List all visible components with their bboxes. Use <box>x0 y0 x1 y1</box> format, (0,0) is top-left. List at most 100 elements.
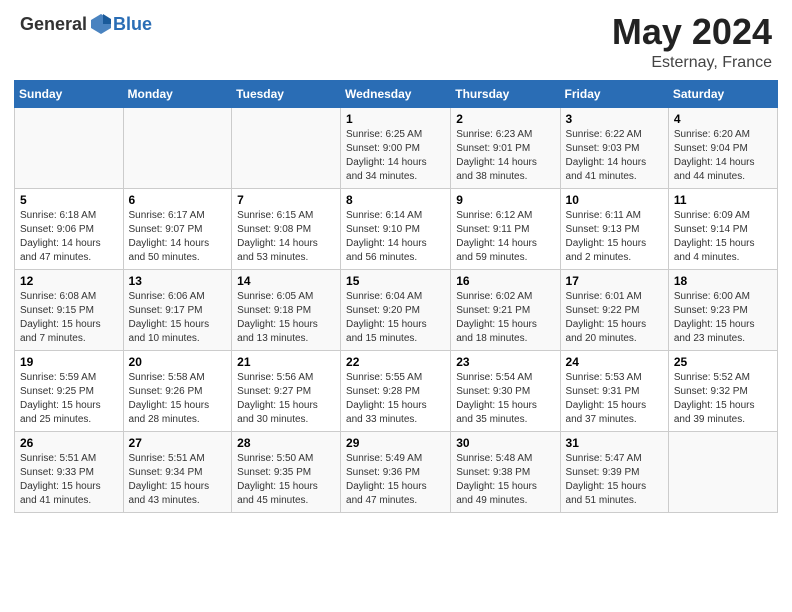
day-info: Sunrise: 5:58 AM Sunset: 9:26 PM Dayligh… <box>129 371 227 427</box>
logo-general-text: General <box>20 14 87 35</box>
day-info: Sunrise: 6:02 AM Sunset: 9:21 PM Dayligh… <box>456 290 554 346</box>
calendar-cell: 16 Sunrise: 6:02 AM Sunset: 9:21 PM Dayli… <box>451 269 560 350</box>
calendar-cell: 23 Sunrise: 5:54 AM Sunset: 9:30 PM Dayli… <box>451 350 560 431</box>
day-number: 16 <box>456 274 554 288</box>
day-info: Sunrise: 5:49 AM Sunset: 9:36 PM Dayligh… <box>346 452 445 508</box>
day-info: Sunrise: 5:56 AM Sunset: 9:27 PM Dayligh… <box>237 371 335 427</box>
calendar-cell: 15Sunrise: 6:04 AM Sunset: 9:20 PM Dayli… <box>341 269 451 350</box>
day-info: Sunrise: 6:14 AM Sunset: 9:10 PM Dayligh… <box>346 209 445 265</box>
calendar-day-header: Monday <box>123 80 232 107</box>
day-info: Sunrise: 5:52 AM Sunset: 9:32 PM Dayligh… <box>674 371 772 427</box>
day-info: Sunrise: 6:23 AM Sunset: 9:01 PM Dayligh… <box>456 128 554 184</box>
calendar-table: SundayMondayTuesdayWednesdayThursdayFrid… <box>14 80 778 513</box>
calendar-day-header: Wednesday <box>341 80 451 107</box>
title-block: May 2024 Esternay, France <box>612 12 772 72</box>
calendar-week-row: 12 Sunrise: 6:08 AM Sunset: 9:15 PM Dayli… <box>15 269 778 350</box>
logo-icon <box>89 12 113 36</box>
calendar-week-row: 1 Sunrise: 6:25 AM Sunset: 9:00 PM Daylig… <box>15 107 778 188</box>
day-info: Sunrise: 6:15 AM Sunset: 9:08 PM Dayligh… <box>237 209 335 265</box>
logo-blue-text: Blue <box>113 14 152 35</box>
day-number: 25 <box>674 355 772 369</box>
calendar-day-header: Saturday <box>668 80 777 107</box>
day-number: 27 <box>129 436 227 450</box>
calendar-cell: 18Sunrise: 6:00 AM Sunset: 9:23 PM Dayli… <box>668 269 777 350</box>
day-number: 20 <box>129 355 227 369</box>
calendar-day-header: Friday <box>560 80 668 107</box>
day-number: 18 <box>674 274 772 288</box>
calendar-cell: 28Sunrise: 5:50 AM Sunset: 9:35 PM Dayli… <box>232 431 341 512</box>
calendar-cell: 4 Sunrise: 6:20 AM Sunset: 9:04 PM Daylig… <box>668 107 777 188</box>
calendar-day-header: Sunday <box>15 80 124 107</box>
day-number: 19 <box>20 355 118 369</box>
day-number: 1 <box>346 112 445 126</box>
calendar-cell: 27 Sunrise: 5:51 AM Sunset: 9:34 PM Dayli… <box>123 431 232 512</box>
day-number: 3 <box>566 112 663 126</box>
calendar-header-row: SundayMondayTuesdayWednesdayThursdayFrid… <box>15 80 778 107</box>
calendar-title: May 2024 <box>612 12 772 52</box>
day-number: 5 <box>20 193 118 207</box>
day-number: 31 <box>566 436 663 450</box>
day-info: Sunrise: 5:54 AM Sunset: 9:30 PM Dayligh… <box>456 371 554 427</box>
logo: General Blue <box>20 12 152 36</box>
day-info: Sunrise: 6:08 AM Sunset: 9:15 PM Dayligh… <box>20 290 118 346</box>
day-info: Sunrise: 6:06 AM Sunset: 9:17 PM Dayligh… <box>129 290 227 346</box>
calendar-cell: 19 Sunrise: 5:59 AM Sunset: 9:25 PM Dayli… <box>15 350 124 431</box>
day-info: Sunrise: 6:20 AM Sunset: 9:04 PM Dayligh… <box>674 128 772 184</box>
day-number: 8 <box>346 193 445 207</box>
day-info: Sunrise: 6:09 AM Sunset: 9:14 PM Dayligh… <box>674 209 772 265</box>
day-info: Sunrise: 6:22 AM Sunset: 9:03 PM Dayligh… <box>566 128 663 184</box>
calendar-cell: 25 Sunrise: 5:52 AM Sunset: 9:32 PM Dayli… <box>668 350 777 431</box>
day-info: Sunrise: 5:47 AM Sunset: 9:39 PM Dayligh… <box>566 452 663 508</box>
calendar-cell: 3 Sunrise: 6:22 AM Sunset: 9:03 PM Daylig… <box>560 107 668 188</box>
day-number: 22 <box>346 355 445 369</box>
day-number: 10 <box>566 193 663 207</box>
calendar-cell: 10 Sunrise: 6:11 AM Sunset: 9:13 PM Dayli… <box>560 188 668 269</box>
day-number: 13 <box>129 274 227 288</box>
day-number: 17 <box>566 274 663 288</box>
calendar-cell: 26 Sunrise: 5:51 AM Sunset: 9:33 PM Dayli… <box>15 431 124 512</box>
day-number: 4 <box>674 112 772 126</box>
calendar-cell: 7 Sunrise: 6:15 AM Sunset: 9:08 PM Daylig… <box>232 188 341 269</box>
day-number: 30 <box>456 436 554 450</box>
day-info: Sunrise: 6:04 AM Sunset: 9:20 PM Dayligh… <box>346 290 445 346</box>
calendar-cell: 31 Sunrise: 5:47 AM Sunset: 9:39 PM Dayli… <box>560 431 668 512</box>
day-info: Sunrise: 6:25 AM Sunset: 9:00 PM Dayligh… <box>346 128 445 184</box>
day-info: Sunrise: 5:51 AM Sunset: 9:33 PM Dayligh… <box>20 452 118 508</box>
page: General Blue May 2024 Esternay, France S… <box>0 0 792 612</box>
day-number: 7 <box>237 193 335 207</box>
day-info: Sunrise: 5:59 AM Sunset: 9:25 PM Dayligh… <box>20 371 118 427</box>
calendar-cell: 24Sunrise: 5:53 AM Sunset: 9:31 PM Dayli… <box>560 350 668 431</box>
day-info: Sunrise: 6:11 AM Sunset: 9:13 PM Dayligh… <box>566 209 663 265</box>
calendar-week-row: 19 Sunrise: 5:59 AM Sunset: 9:25 PM Dayli… <box>15 350 778 431</box>
day-number: 24 <box>566 355 663 369</box>
calendar-cell: 17 Sunrise: 6:01 AM Sunset: 9:22 PM Dayli… <box>560 269 668 350</box>
calendar-cell <box>232 107 341 188</box>
logo-text: General Blue <box>20 12 152 36</box>
day-number: 26 <box>20 436 118 450</box>
calendar-day-header: Thursday <box>451 80 560 107</box>
day-number: 21 <box>237 355 335 369</box>
calendar-cell <box>668 431 777 512</box>
day-info: Sunrise: 6:01 AM Sunset: 9:22 PM Dayligh… <box>566 290 663 346</box>
day-info: Sunrise: 5:48 AM Sunset: 9:38 PM Dayligh… <box>456 452 554 508</box>
calendar-week-row: 5 Sunrise: 6:18 AM Sunset: 9:06 PM Daylig… <box>15 188 778 269</box>
day-info: Sunrise: 5:50 AM Sunset: 9:35 PM Dayligh… <box>237 452 335 508</box>
day-number: 12 <box>20 274 118 288</box>
calendar-week-row: 26 Sunrise: 5:51 AM Sunset: 9:33 PM Dayli… <box>15 431 778 512</box>
calendar-cell: 20 Sunrise: 5:58 AM Sunset: 9:26 PM Dayli… <box>123 350 232 431</box>
day-info: Sunrise: 6:05 AM Sunset: 9:18 PM Dayligh… <box>237 290 335 346</box>
calendar-cell <box>123 107 232 188</box>
calendar-cell: 6Sunrise: 6:17 AM Sunset: 9:07 PM Daylig… <box>123 188 232 269</box>
day-info: Sunrise: 6:18 AM Sunset: 9:06 PM Dayligh… <box>20 209 118 265</box>
calendar-location: Esternay, France <box>612 54 772 72</box>
day-info: Sunrise: 6:17 AM Sunset: 9:07 PM Dayligh… <box>129 209 227 265</box>
calendar-cell: 22Sunrise: 5:55 AM Sunset: 9:28 PM Dayli… <box>341 350 451 431</box>
day-number: 14 <box>237 274 335 288</box>
calendar-cell: 29Sunrise: 5:49 AM Sunset: 9:36 PM Dayli… <box>341 431 451 512</box>
calendar-cell <box>15 107 124 188</box>
calendar-cell: 21 Sunrise: 5:56 AM Sunset: 9:27 PM Dayli… <box>232 350 341 431</box>
day-number: 2 <box>456 112 554 126</box>
calendar-cell: 14 Sunrise: 6:05 AM Sunset: 9:18 PM Dayli… <box>232 269 341 350</box>
day-number: 23 <box>456 355 554 369</box>
day-info: Sunrise: 5:51 AM Sunset: 9:34 PM Dayligh… <box>129 452 227 508</box>
